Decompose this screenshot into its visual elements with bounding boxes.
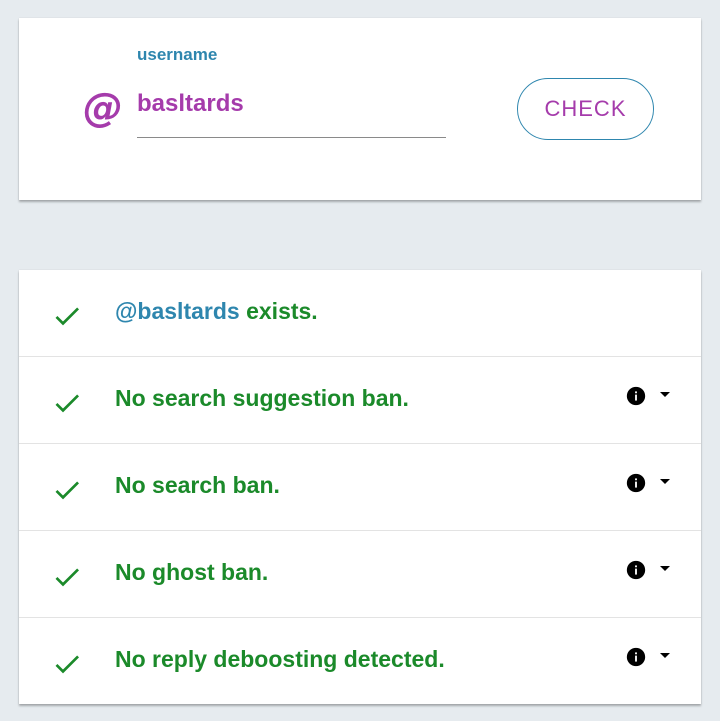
username-search-card: @ username CHECK [19,18,701,200]
chevron-down-icon[interactable] [659,391,671,399]
chevron-down-icon[interactable] [659,652,671,660]
username-label: username [137,45,218,64]
results-card: @basltards exists. No search suggestion … [19,270,701,704]
info-icon[interactable] [625,385,647,407]
exists-label: exists. [239,298,318,324]
username-handle: @basltards [115,298,240,324]
result-row-search-suggestion-ban[interactable]: No search suggestion ban. [19,357,701,444]
check-icon [55,307,79,326]
result-row-exists: @basltards exists. [19,270,701,357]
check-icon [55,481,79,500]
info-icon[interactable] [625,472,647,494]
result-text-exists: @basltards exists. [115,298,318,325]
info-icon[interactable] [625,559,647,581]
result-text: No ghost ban. [115,559,269,585]
chevron-down-icon[interactable] [659,565,671,573]
username-input[interactable] [137,82,446,138]
check-icon [55,394,79,413]
result-row-search-ban[interactable]: No search ban. [19,444,701,531]
chevron-down-icon[interactable] [659,478,671,486]
check-button[interactable]: CHECK [517,78,654,140]
check-icon [55,655,79,674]
at-icon: @ [83,85,123,131]
result-text: No reply deboosting detected. [115,646,445,672]
result-row-ghost-ban[interactable]: No ghost ban. [19,531,701,618]
info-icon[interactable] [625,646,647,668]
result-text: No search ban. [115,472,280,498]
result-text: No search suggestion ban. [115,385,409,411]
check-icon [55,568,79,587]
result-row-reply-deboosting[interactable]: No reply deboosting detected. [19,618,701,704]
